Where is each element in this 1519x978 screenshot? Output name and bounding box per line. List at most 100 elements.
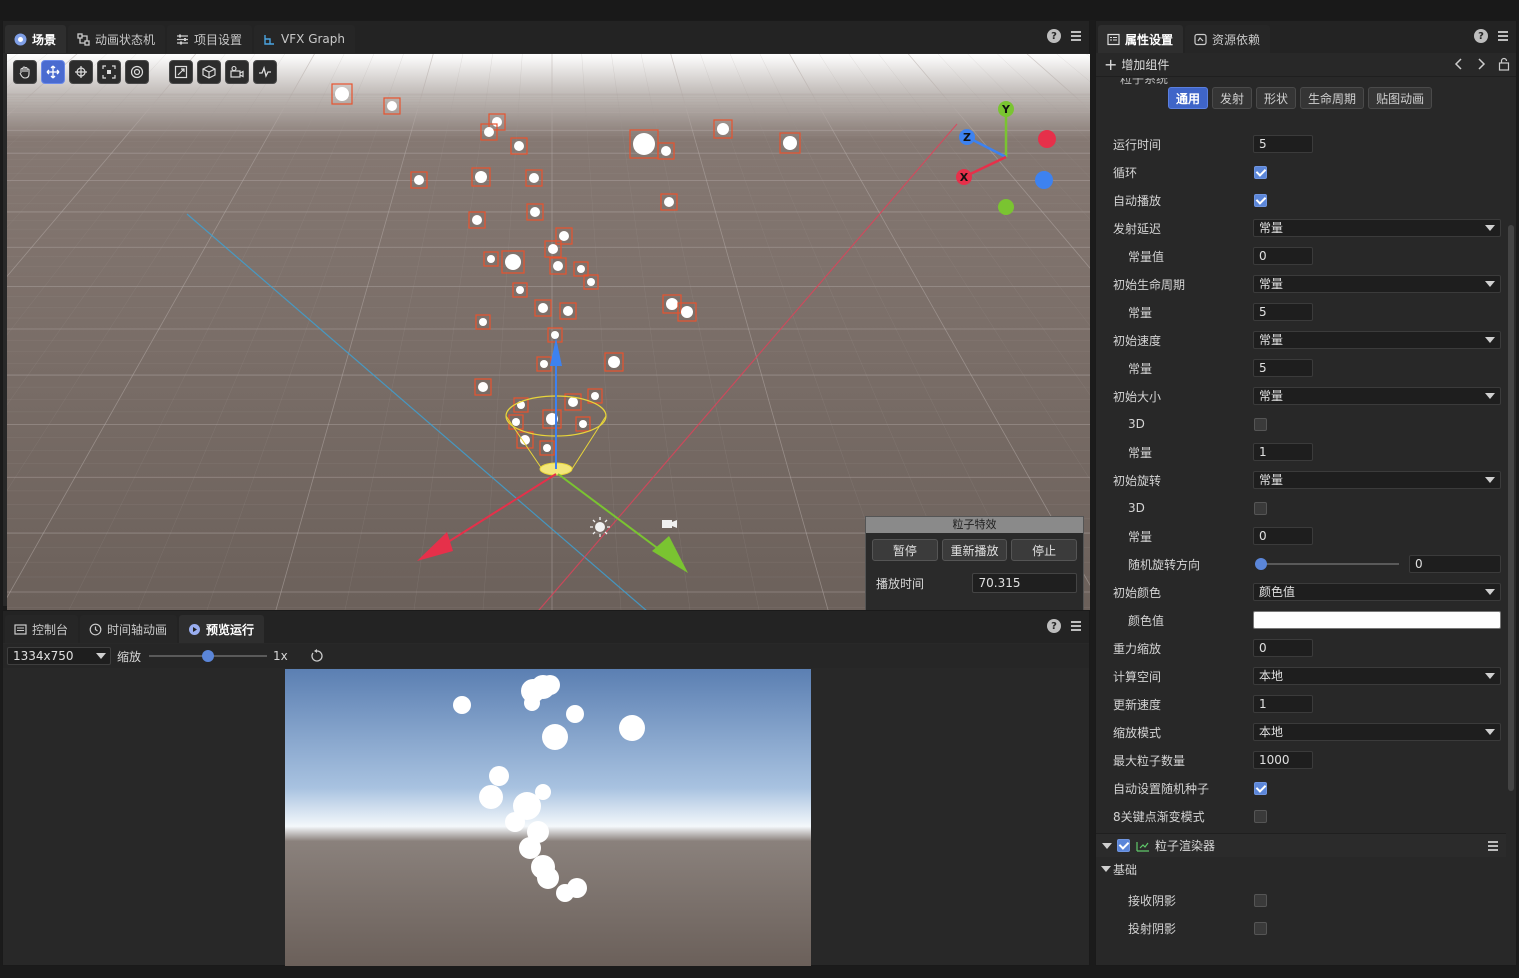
auto-random-seed-checkbox[interactable]	[1254, 781, 1267, 795]
stop-button[interactable]: 停止	[1011, 539, 1078, 561]
lock-icon[interactable]	[1498, 57, 1510, 71]
start-delay-input[interactable]: 0	[1253, 247, 1313, 265]
camera-view-button[interactable]	[225, 60, 249, 84]
subtab-shape[interactable]: 形状	[1256, 87, 1297, 109]
prop-start-speed-const: 常量 5	[1096, 354, 1506, 382]
tab-resource-deps[interactable]: 资源依赖	[1185, 25, 1271, 53]
tab-timeline-animation[interactable]: 时间轴动画	[80, 615, 178, 643]
play-time-label: 播放时间	[876, 576, 925, 591]
chevron-down-icon	[1485, 281, 1495, 287]
menu-icon[interactable]	[1071, 31, 1081, 41]
menu-icon[interactable]	[1071, 621, 1081, 631]
particle-renderer-header[interactable]: 粒子渲染器	[1096, 833, 1506, 857]
start-lifetime-select[interactable]: 常量	[1253, 275, 1501, 293]
prop-label: 运行时间	[1113, 137, 1162, 152]
max-particles-input[interactable]: 1000	[1253, 751, 1313, 769]
zoom-slider-thumb[interactable]	[202, 650, 215, 662]
start-color-select[interactable]: 颜色值	[1253, 583, 1501, 601]
replay-button[interactable]: 重新播放	[941, 539, 1008, 561]
tab-project-settings[interactable]: 项目设置	[167, 25, 253, 53]
start-rotation-input[interactable]: 0	[1253, 527, 1313, 545]
basic-section-header[interactable]: 基础	[1096, 858, 1506, 880]
chevron-down-icon	[1485, 729, 1495, 735]
target-icon	[130, 65, 144, 79]
scene-tabbar: 场景 动画状态机 项目设置 VFX Graph ?	[3, 21, 1089, 53]
particle-effect-title[interactable]: 粒子特效	[866, 517, 1083, 533]
cast-shadows-checkbox[interactable]	[1254, 921, 1267, 935]
start-color-swatch[interactable]	[1253, 611, 1501, 629]
chevron-down-icon	[1102, 842, 1112, 849]
prop-duration: 运行时间 5	[1096, 130, 1506, 158]
gravity-input[interactable]: 0	[1253, 639, 1313, 657]
tab-animation-state-machine[interactable]: 动画状态机	[68, 25, 166, 53]
subtab-texture-animation[interactable]: 贴图动画	[1368, 87, 1433, 109]
orientation-gizmo[interactable]: Y Z X	[947, 94, 1067, 224]
play-time-field[interactable]: 70.315	[971, 573, 1077, 593]
keyframe-gradient-checkbox[interactable]	[1254, 809, 1267, 823]
prop-label: 重力缩放	[1113, 641, 1162, 656]
duration-input[interactable]: 5	[1253, 135, 1313, 153]
menu-icon[interactable]	[1488, 841, 1498, 851]
help-icon[interactable]: ?	[1047, 619, 1061, 633]
perspective-button[interactable]	[169, 60, 193, 84]
inspector-scrollbar[interactable]	[1508, 225, 1514, 791]
light-icon	[590, 517, 610, 537]
state-machine-icon	[76, 32, 90, 46]
subtab-general[interactable]: 通用	[1168, 87, 1209, 109]
start-delay-select[interactable]: 常量	[1253, 219, 1501, 237]
simulation-space-select[interactable]: 本地	[1253, 667, 1501, 685]
tab-preview-run[interactable]: 预览运行	[179, 615, 265, 643]
start-speed-select[interactable]: 常量	[1253, 331, 1501, 349]
help-icon[interactable]: ?	[1047, 29, 1061, 43]
scene-viewport[interactable]: Y Z X 粒子特效 暂停 重新播放 停止 播放时间 70.315	[7, 54, 1090, 624]
prop-scaling-mode: 缩放模式 本地	[1096, 718, 1506, 746]
loop-checkbox[interactable]	[1254, 165, 1267, 179]
prop-auto-play: 自动播放	[1096, 186, 1506, 214]
preview-canvas[interactable]	[285, 669, 811, 966]
slider-thumb[interactable]	[1255, 558, 1267, 570]
renderer-enabled-checkbox[interactable]	[1117, 839, 1130, 852]
subtab-lifetime[interactable]: 生命周期	[1300, 87, 1365, 109]
scale-tool-button[interactable]	[97, 60, 121, 84]
subtab-emission[interactable]: 发射	[1212, 87, 1253, 109]
rotate-tool-button[interactable]	[69, 60, 93, 84]
start-lifetime-input[interactable]: 5	[1253, 303, 1313, 321]
chevron-left-icon[interactable]	[1454, 58, 1464, 70]
start-rotation-3d-checkbox[interactable]	[1254, 501, 1267, 515]
stats-button[interactable]	[253, 60, 277, 84]
scene-panel: 场景 动画状态机 项目设置 VFX Graph ? Y Z X 粒子特效 暂停 …	[2, 20, 1090, 624]
hand-tool-button[interactable]	[13, 60, 37, 84]
chevron-down-icon	[1485, 393, 1495, 399]
chevron-right-icon[interactable]	[1476, 58, 1486, 70]
receive-shadows-checkbox[interactable]	[1254, 893, 1267, 907]
add-component-button[interactable]: + 增加组件	[1104, 56, 1169, 73]
start-speed-input[interactable]: 5	[1253, 359, 1313, 377]
move-tool-button[interactable]	[41, 60, 65, 84]
zoom-slider[interactable]	[149, 650, 268, 662]
tab-scene[interactable]: 场景	[5, 25, 67, 53]
tab-console[interactable]: 控制台	[5, 615, 79, 643]
auto-play-checkbox[interactable]	[1254, 193, 1267, 207]
start-size-select[interactable]: 常量	[1253, 387, 1501, 405]
tab-vfx-graph[interactable]: VFX Graph	[254, 25, 356, 53]
start-size-3d-checkbox[interactable]	[1254, 417, 1267, 431]
resolution-value: 1334x750	[13, 649, 74, 663]
particle-system-header[interactable]: 粒子系统	[1120, 78, 1168, 87]
simulation-speed-input[interactable]: 1	[1253, 695, 1313, 713]
reset-icon[interactable]	[310, 649, 324, 663]
pause-button[interactable]: 暂停	[872, 539, 938, 561]
menu-icon[interactable]	[1498, 31, 1508, 41]
tab-label: 时间轴动画	[107, 622, 168, 637]
resolution-select[interactable]: 1334x750	[7, 647, 111, 665]
3d-view-button[interactable]	[197, 60, 221, 84]
prop-start-delay-const: 常量值 0	[1096, 242, 1506, 270]
random-rotation-input[interactable]: 0	[1409, 555, 1501, 573]
random-rotation-slider[interactable]	[1255, 558, 1399, 570]
rect-tool-button[interactable]	[125, 60, 149, 84]
help-icon[interactable]: ?	[1474, 29, 1488, 43]
scaling-mode-select[interactable]: 本地	[1253, 723, 1501, 741]
start-size-input[interactable]: 1	[1253, 443, 1313, 461]
tab-properties[interactable]: 属性设置	[1098, 25, 1184, 53]
prop-start-rotation-3d: 3D	[1096, 494, 1506, 522]
start-rotation-select[interactable]: 常量	[1253, 471, 1501, 489]
